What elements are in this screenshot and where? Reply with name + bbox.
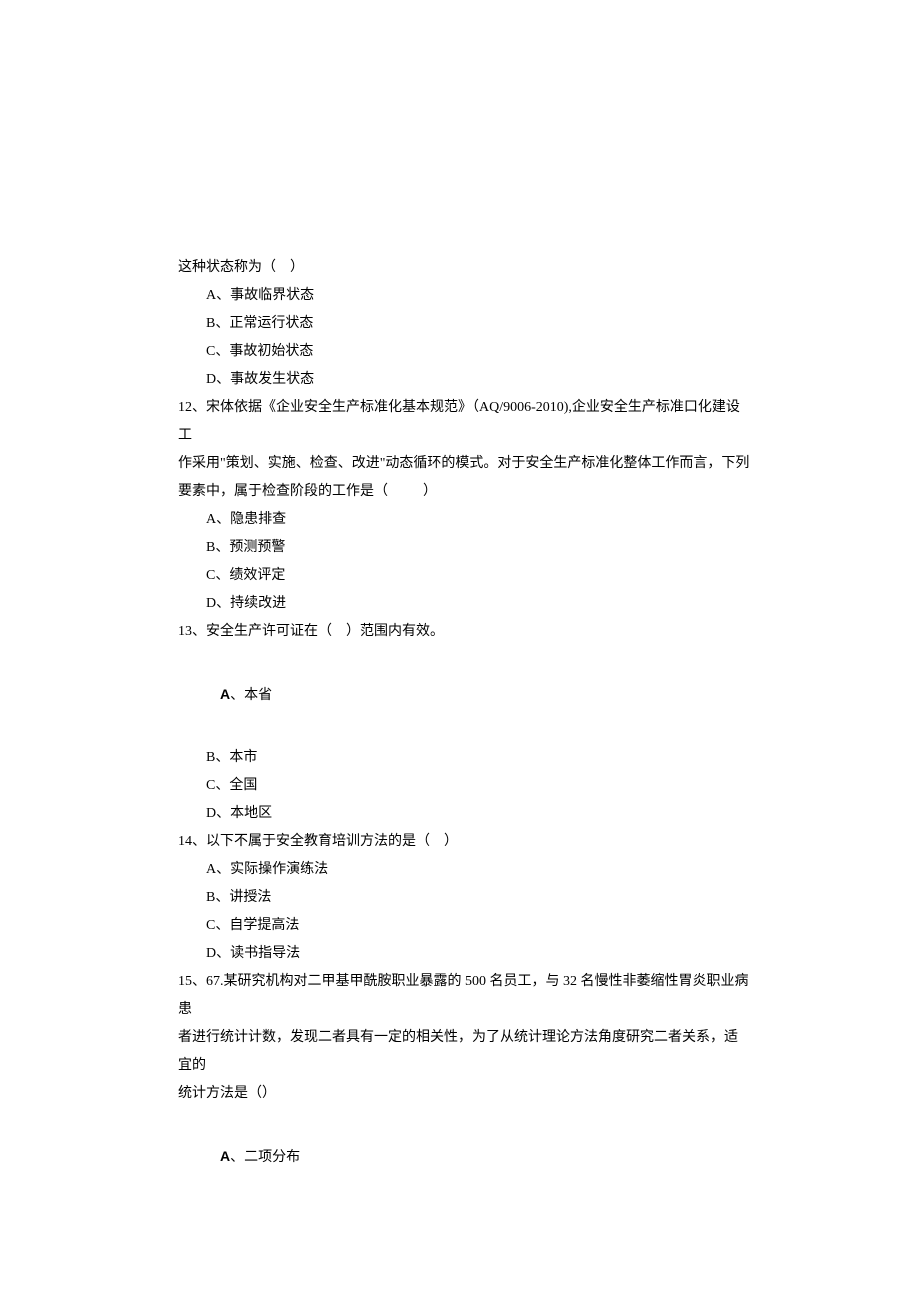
option-c: C、事故初始状态 (178, 338, 750, 366)
option-a: A、实际操作演练法 (178, 856, 750, 884)
question-14: 14、以下不属于安全教育培训方法的是（ ） (178, 828, 750, 856)
option-d: D、事故发生状态 (178, 366, 750, 394)
option-a: A、二项分布 (178, 1108, 750, 1200)
option-b: B、本市 (178, 744, 750, 772)
option-a: A、事故临界状态 (178, 282, 750, 310)
option-b: B、讲授法 (178, 884, 750, 912)
question-12-line-3: 要素中，属于检查阶段的工作是（ ） (178, 478, 750, 506)
option-a: A、本省 (178, 646, 750, 744)
option-a-letter: A (220, 686, 230, 702)
option-d: D、本地区 (178, 800, 750, 828)
option-c: C、绩效评定 (178, 562, 750, 590)
question-13: 13、安全生产许可证在（ ）范围内有效。 (178, 618, 750, 646)
option-d: D、读书指导法 (178, 940, 750, 968)
question-11-tail: 这种状态称为（ ） (178, 254, 750, 282)
option-a-text: 、本省 (230, 688, 272, 703)
option-a-text: 、二项分布 (230, 1150, 300, 1165)
option-b: B、正常运行状态 (178, 310, 750, 338)
option-c: C、自学提高法 (178, 912, 750, 940)
option-c: C、全国 (178, 772, 750, 800)
option-d: D、持续改进 (178, 590, 750, 618)
question-15-line-3: 统计方法是（） (178, 1080, 750, 1108)
question-12-line-2: 作采用"策划、实施、检查、改进"动态循环的模式。对于安全生产标准化整体工作而言，… (178, 450, 750, 478)
document-page: 这种状态称为（ ） A、事故临界状态 B、正常运行状态 C、事故初始状态 D、事… (0, 0, 920, 1200)
option-a: A、隐患排查 (178, 506, 750, 534)
option-b: B、预测预警 (178, 534, 750, 562)
question-15-line-1: 15、67.某研究机构对二甲基甲酰胺职业暴露的 500 名员工，与 32 名慢性… (178, 968, 750, 1024)
question-15-line-2: 者进行统计计数，发现二者具有一定的相关性，为了从统计理论方法角度研究二者关系，适… (178, 1024, 750, 1080)
option-a-letter: A (220, 1148, 230, 1164)
question-12-line-1: 12、宋体依据《企业安全生产标准化基本规范》（AQ/9006-2010),企业安… (178, 394, 750, 450)
